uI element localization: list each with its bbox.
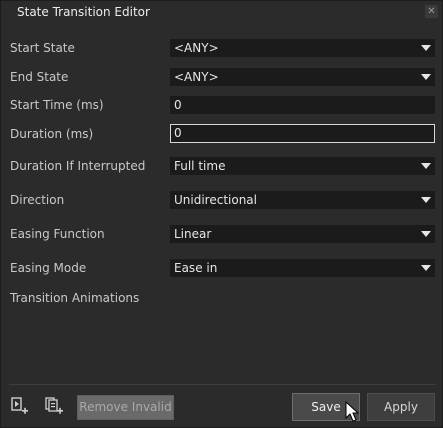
close-icon: ✕: [427, 6, 436, 17]
add-copy-icon: [45, 397, 63, 414]
window-title: State Transition Editor: [17, 5, 150, 19]
start-state-value: <ANY>: [174, 41, 219, 55]
start-time-value: 0: [174, 98, 182, 112]
easing-function-dropdown[interactable]: Linear: [170, 225, 435, 243]
chevron-down-icon: [421, 265, 431, 271]
end-state-dropdown[interactable]: <ANY>: [170, 68, 435, 86]
mouse-cursor-icon: [345, 401, 359, 422]
chevron-down-icon: [421, 45, 431, 51]
end-state-value: <ANY>: [174, 70, 219, 84]
start-state-dropdown[interactable]: <ANY>: [170, 39, 435, 57]
chevron-down-icon: [421, 231, 431, 237]
easing-function-label: Easing Function: [10, 227, 105, 241]
duration-if-interrupted-value: Full time: [174, 159, 226, 173]
easing-mode-label: Easing Mode: [10, 261, 87, 275]
footer-divider: [9, 384, 436, 385]
chevron-down-icon: [421, 74, 431, 80]
add-animation-button[interactable]: [9, 395, 31, 417]
remove-invalid-button[interactable]: Remove Invalid: [77, 395, 174, 420]
chevron-down-icon: [421, 197, 431, 203]
start-state-label: Start State: [10, 41, 75, 55]
duration-value: 0: [174, 126, 182, 140]
easing-mode-value: Ease in: [174, 261, 218, 275]
duration-if-interrupted-label: Duration If Interrupted: [10, 159, 146, 173]
direction-dropdown[interactable]: Unidirectional: [170, 191, 435, 209]
direction-value: Unidirectional: [174, 193, 257, 207]
easing-mode-dropdown[interactable]: Ease in: [170, 259, 435, 277]
start-time-label: Start Time (ms): [10, 98, 104, 112]
apply-button[interactable]: Apply: [367, 393, 435, 421]
end-state-label: End State: [10, 70, 69, 84]
chevron-down-icon: [421, 163, 431, 169]
duration-label: Duration (ms): [10, 127, 94, 141]
easing-function-value: Linear: [174, 227, 212, 241]
add-copy-button[interactable]: [43, 395, 65, 417]
close-button[interactable]: ✕: [425, 5, 438, 18]
title-bar: State Transition Editor ✕: [1, 1, 442, 25]
add-animation-icon: [11, 397, 28, 414]
state-transition-editor-window: State Transition Editor ✕ Start State <A…: [0, 0, 443, 428]
start-time-input[interactable]: 0: [170, 96, 435, 114]
transition-animations-label: Transition Animations: [10, 291, 140, 305]
duration-if-interrupted-dropdown[interactable]: Full time: [170, 157, 435, 175]
direction-label: Direction: [10, 193, 65, 207]
duration-input[interactable]: 0: [170, 124, 435, 143]
